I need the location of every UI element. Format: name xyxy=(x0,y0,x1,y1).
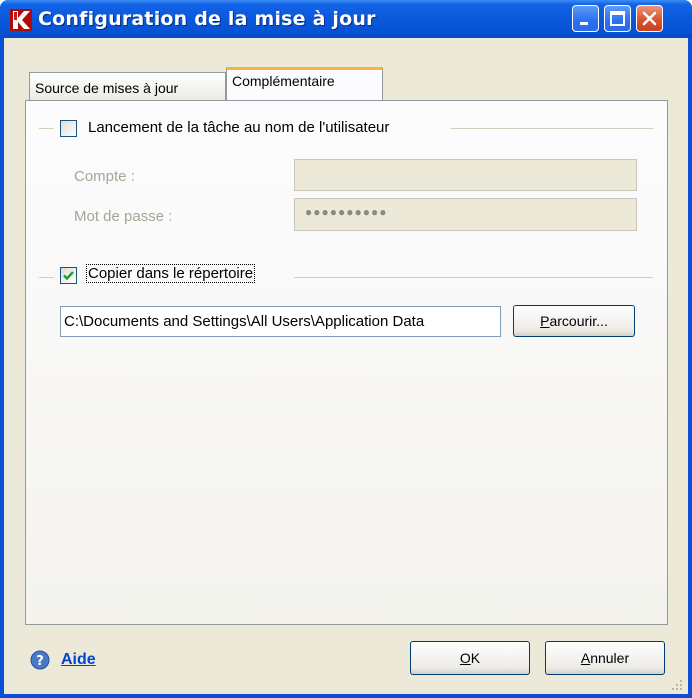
browse-button-label: arcourir... xyxy=(549,313,608,329)
group-divider xyxy=(451,128,653,129)
minimize-icon xyxy=(580,22,588,25)
account-field xyxy=(294,159,637,191)
tab-complementaire[interactable]: Complémentaire xyxy=(226,67,383,100)
tab-panel: Lancement de la tâche au nom de l'utilis… xyxy=(25,100,668,625)
group-divider xyxy=(39,128,54,129)
checkmark-icon xyxy=(63,271,74,281)
close-button[interactable] xyxy=(636,5,663,32)
kaspersky-k-icon xyxy=(10,9,32,31)
tab-source-de-mises-a-jour[interactable]: Source de mises à jour xyxy=(29,72,226,100)
directory-path-input[interactable]: C:\Documents and Settings\All Users\Appl… xyxy=(60,306,501,337)
directory-path-text: C:\Documents and Settings\All Users\Appl… xyxy=(64,313,425,330)
svg-text:?: ? xyxy=(36,654,44,669)
help-icon[interactable]: ? xyxy=(30,650,50,670)
title-bar[interactable]: Configuration de la mise à jour xyxy=(0,0,692,38)
tab-label: Source de mises à jour xyxy=(35,80,179,96)
group-divider xyxy=(294,277,653,278)
minimize-button[interactable] xyxy=(572,5,599,32)
dialog-client-area: Source de mises à jour Complémentaire La… xyxy=(4,38,688,694)
maximize-icon xyxy=(610,11,625,26)
tab-label: Complémentaire xyxy=(232,73,335,89)
password-field: ●●●●●●●●●● xyxy=(294,198,637,231)
group-divider xyxy=(39,277,54,278)
browse-button[interactable]: Parcourir... xyxy=(513,305,635,337)
copy-to-directory-label[interactable]: Copier dans le répertoire xyxy=(85,264,256,283)
ok-button[interactable]: OK xyxy=(410,641,530,675)
dialog-window: Configuration de la mise à jour Source d… xyxy=(0,0,692,698)
cancel-button[interactable]: Annuler xyxy=(545,641,665,675)
password-label: Mot de passe : xyxy=(74,208,173,225)
window-title: Configuration de la mise à jour xyxy=(38,8,376,30)
help-link[interactable]: Aide xyxy=(61,651,96,669)
run-as-user-checkbox[interactable] xyxy=(60,120,77,137)
close-icon xyxy=(642,11,657,26)
password-mask: ●●●●●●●●●● xyxy=(305,205,388,219)
maximize-button[interactable] xyxy=(604,5,631,32)
run-as-user-label[interactable]: Lancement de la tâche au nom de l'utilis… xyxy=(88,119,389,136)
copy-to-directory-checkbox[interactable] xyxy=(60,267,77,284)
resize-grip-icon[interactable] xyxy=(670,678,684,692)
account-label: Compte : xyxy=(74,168,135,185)
